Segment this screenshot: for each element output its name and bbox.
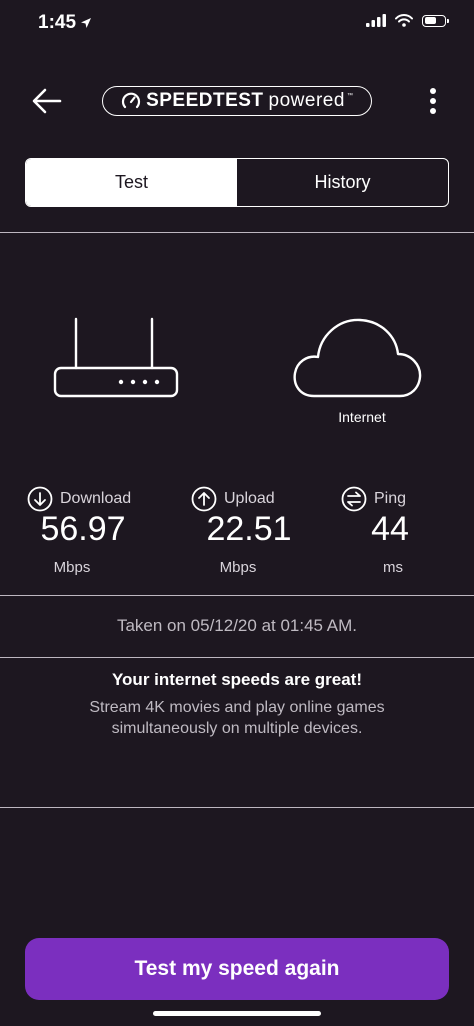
divider-verdict	[0, 807, 474, 808]
status-bar-indicators	[366, 14, 449, 27]
tab-test[interactable]: Test	[26, 159, 237, 206]
status-time-text: 1:45	[38, 12, 77, 33]
test-history-tabs: Test History	[25, 158, 449, 207]
battery-level-fill	[424, 17, 436, 24]
download-value: 56.97	[40, 510, 126, 548]
back-arrow-icon[interactable]	[30, 84, 64, 118]
swap-arrows-circle-icon	[341, 486, 367, 512]
divider-top	[0, 232, 474, 233]
download-heading: Download	[27, 486, 131, 512]
tab-history-label: History	[314, 172, 371, 192]
arrow-up-circle-icon	[191, 486, 217, 512]
status-bar-time: 1:45	[38, 12, 92, 34]
home-indicator[interactable]	[153, 1011, 321, 1016]
cloud-icon	[293, 318, 422, 398]
battery-icon	[422, 14, 449, 27]
verdict-title: Your internet speeds are great!	[111, 670, 363, 689]
speedtest-brand-badge: SPEEDTEST powered ™	[102, 86, 372, 116]
wifi-icon	[395, 14, 413, 27]
taken-timestamp: Taken on 05/12/20 at 01:45 AM.	[116, 616, 358, 635]
cellular-signal-icon	[366, 14, 386, 27]
ping-heading: Ping	[341, 486, 406, 512]
brand-trademark: ™	[346, 93, 353, 99]
upload-label: Upload	[224, 490, 275, 507]
test-again-button[interactable]: Test my speed again	[25, 938, 449, 1000]
ping-label: Ping	[374, 490, 407, 507]
verdict-description: Stream 4K movies and play online games s…	[89, 699, 385, 737]
brand-name: SPEEDTEST	[146, 90, 264, 111]
upload-value: 22.51	[206, 510, 292, 548]
divider-metrics	[0, 595, 474, 596]
arrow-down-circle-icon	[27, 486, 53, 512]
tab-test-label: Test	[114, 172, 148, 192]
download-unit: Mbps	[53, 559, 91, 576]
download-label: Download	[60, 490, 132, 507]
internet-label: Internet	[338, 409, 386, 425]
location-arrow-icon	[81, 18, 92, 28]
vertical-ellipsis-icon[interactable]	[426, 86, 440, 116]
brand-suffix: powered	[268, 90, 345, 111]
ping-value: 44	[371, 510, 409, 548]
upload-heading: Upload	[191, 486, 275, 512]
test-again-label: Test my speed again	[134, 957, 340, 980]
divider-timestamp	[0, 657, 474, 658]
speedometer-icon	[122, 92, 141, 109]
upload-unit: Mbps	[219, 559, 257, 576]
tab-history[interactable]: History	[237, 159, 448, 206]
ping-unit: ms	[383, 559, 403, 576]
router-icon	[53, 317, 179, 398]
